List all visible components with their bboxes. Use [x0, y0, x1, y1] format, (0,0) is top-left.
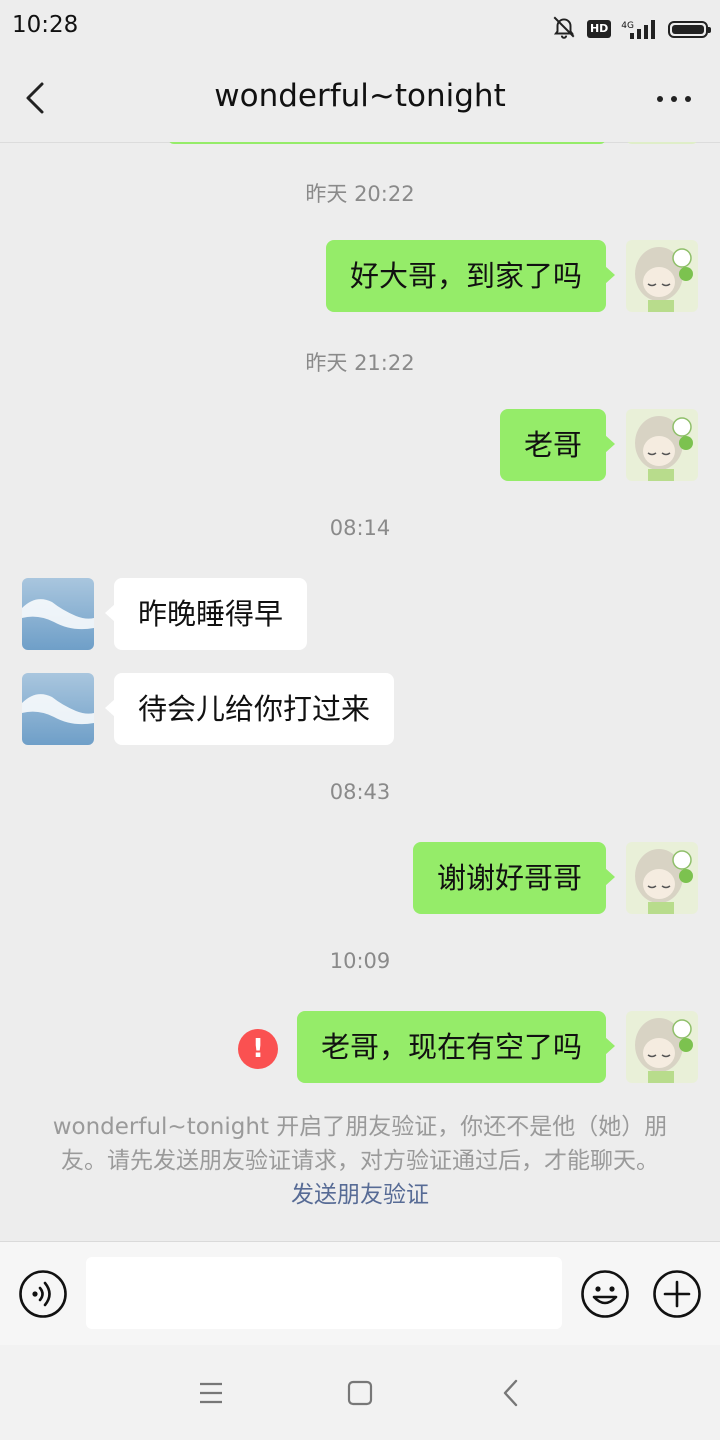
my-message-bubble[interactable]: 谢谢好哥哥 [412, 842, 616, 914]
mute-bell-icon [551, 14, 577, 44]
my-message-bubble[interactable]: 老哥，现在有空了吗 [296, 1011, 616, 1083]
more-button[interactable] [654, 82, 694, 116]
message-input[interactable] [86, 1257, 562, 1329]
timestamp: 昨天 20:22 [305, 182, 415, 206]
status-time: 10:28 [12, 12, 79, 38]
battery-icon [668, 20, 711, 38]
menu-button[interactable] [191, 1375, 231, 1411]
partial-message-bubble [168, 142, 606, 144]
friend-avatar[interactable] [22, 673, 94, 745]
my-avatar[interactable] [626, 240, 698, 312]
friend-message-bubble[interactable]: 待会儿给你打过来 [104, 673, 395, 745]
status-icons: HD 4G [551, 14, 711, 44]
timestamp: 10:09 [329, 949, 391, 973]
my-avatar[interactable] [626, 842, 698, 914]
notice-text: wonderful~tonight 开启了朋友验证，你还不是他（她）朋友。请先发… [52, 1114, 668, 1174]
voice-icon [19, 1270, 67, 1318]
system-navigation-bar [0, 1345, 720, 1440]
send-friend-request-link[interactable]: 发送朋友验证 [291, 1182, 429, 1208]
my-avatar[interactable] [626, 409, 698, 481]
voice-button[interactable] [18, 1269, 68, 1319]
emoji-icon [581, 1270, 629, 1318]
emoji-button[interactable] [580, 1269, 630, 1319]
home-icon [347, 1380, 373, 1406]
hd-icon: HD [586, 20, 612, 38]
partial-avatar [626, 142, 698, 144]
my-message-bubble[interactable]: 好大哥，到家了吗 [325, 240, 616, 312]
my-message-bubble[interactable]: 老哥 [499, 409, 616, 481]
friend-avatar[interactable] [22, 578, 94, 650]
back-icon [503, 1379, 518, 1407]
more-functions-button[interactable] [652, 1269, 702, 1319]
timestamp: 昨天 21:22 [305, 351, 415, 375]
back-button[interactable] [18, 78, 58, 118]
friend-verification-notice: wonderful~tonight 开启了朋友验证，你还不是他（她）朋友。请先发… [50, 1110, 670, 1212]
timestamp: 08:14 [329, 516, 391, 540]
send-failed-icon[interactable]: ! [238, 1029, 278, 1069]
chevron-left-icon [26, 82, 44, 114]
message-list[interactable]: 昨天 20:22 好大哥，到家了吗 昨天 21:22 老哥 08:14 昨晚睡得… [0, 142, 720, 1240]
status-bar: 10:28 HD 4G [0, 0, 720, 56]
my-avatar[interactable] [626, 1011, 698, 1083]
chat-header: wonderful~tonight [0, 56, 720, 143]
timestamp: 08:43 [329, 780, 391, 804]
network-type: 4G [621, 21, 634, 31]
chat-title: wonderful~tonight [214, 78, 506, 114]
signal-icon: 4G [621, 19, 658, 39]
system-back-button[interactable] [491, 1375, 531, 1411]
menu-icon [200, 1382, 222, 1404]
input-bar [0, 1241, 720, 1346]
friend-message-bubble[interactable]: 昨晚睡得早 [104, 578, 308, 650]
more-dots-icon [657, 96, 691, 102]
plus-icon [653, 1270, 701, 1318]
home-button[interactable] [340, 1375, 380, 1411]
